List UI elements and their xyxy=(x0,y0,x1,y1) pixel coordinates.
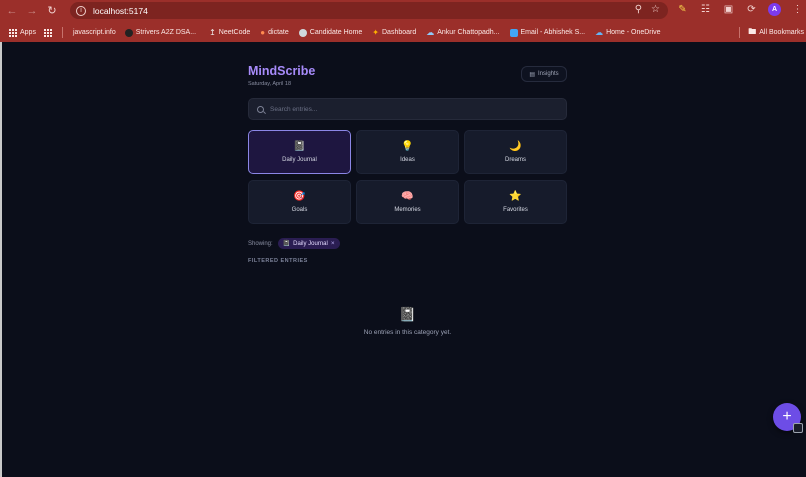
address-url[interactable]: localhost:5174 xyxy=(93,6,148,16)
dashboard-icon: ✦ xyxy=(372,28,379,37)
category-favorites[interactable]: ⭐ Favorites xyxy=(464,180,567,224)
current-date: Saturday, April 18 xyxy=(248,81,292,87)
zoom-icon[interactable]: ⚲ xyxy=(635,4,642,15)
browser-chrome: ← → ↻ i localhost:5174 ⚲ ☆ ✎ ☷ ▣ ⟳ A ⋮ A… xyxy=(0,0,806,42)
bookmark-star-icon[interactable]: ☆ xyxy=(651,4,660,15)
tab-groups-icon[interactable] xyxy=(43,28,52,37)
bookmark-email[interactable]: Email - Abhishek S... xyxy=(509,28,585,37)
app-title: MindScribe xyxy=(248,64,316,78)
notebook-icon: 📓 xyxy=(282,241,291,247)
reload-icon[interactable]: ↻ xyxy=(44,3,60,19)
category-grid: 📓 Daily Journal 💡 Ideas 🌙 Dreams 🎯 Goals… xyxy=(248,130,567,224)
app-page: MindScribe Saturday, April 18 ▤ Insights… xyxy=(0,42,806,477)
sync-icon[interactable]: ⟳ xyxy=(745,3,758,16)
cloud-icon: ☁ xyxy=(426,28,435,37)
section-title: FILTERED ENTRIES xyxy=(248,258,308,264)
striver-icon xyxy=(124,28,133,37)
back-arrow-icon[interactable]: ← xyxy=(4,3,20,19)
filter-chip[interactable]: 📓 Daily Journal × xyxy=(277,238,340,249)
active-filter-row: Showing: 📓 Daily Journal × xyxy=(248,238,340,249)
bookmark-strivers[interactable]: Strivers A2Z DSA... xyxy=(124,28,196,37)
search-bar[interactable] xyxy=(248,98,567,120)
filter-chip-label: Daily Journal xyxy=(293,240,328,247)
bookmark-ankur[interactable]: ☁ Ankur Chattopadh... xyxy=(426,28,499,37)
screenshot-tool-icon[interactable] xyxy=(793,423,803,433)
category-goals[interactable]: 🎯 Goals xyxy=(248,180,351,224)
candidate-icon xyxy=(298,28,307,37)
forward-arrow-icon[interactable]: → xyxy=(24,3,40,19)
folder-icon: 🖿 xyxy=(748,26,757,36)
bookmarks-divider xyxy=(61,27,63,38)
notebook-icon: 📓 xyxy=(398,306,417,322)
page-edge xyxy=(0,42,2,477)
empty-state: 📓 No entries in this category yet. xyxy=(248,306,567,336)
chart-icon: ▤ xyxy=(529,71,535,78)
target-icon: 🎯 xyxy=(293,191,306,202)
category-memories[interactable]: 🧠 Memories xyxy=(356,180,459,224)
bookmark-onedrive[interactable]: ☁ Home - OneDrive xyxy=(595,28,660,37)
bookmark-neetcode[interactable]: ↥ NeetCode xyxy=(209,28,250,37)
insights-button[interactable]: ▤ Insights xyxy=(521,66,567,82)
apps-grid-icon xyxy=(9,28,17,37)
bookmark-dictate[interactable]: ● dictate xyxy=(260,28,288,37)
category-dreams[interactable]: 🌙 Dreams xyxy=(464,130,567,174)
search-icon xyxy=(257,105,264,113)
close-icon[interactable]: × xyxy=(331,240,335,247)
search-input[interactable] xyxy=(270,105,550,113)
bookmark-dashboard[interactable]: ✦ Dashboard xyxy=(372,28,416,37)
all-bookmarks-button[interactable]: 🖿 All Bookmarks xyxy=(748,26,804,40)
profile-avatar[interactable]: A xyxy=(768,3,781,16)
neetcode-icon: ↥ xyxy=(209,28,216,37)
brain-icon: 🧠 xyxy=(401,191,414,202)
showing-label: Showing: xyxy=(248,240,273,247)
outlook-icon xyxy=(509,28,518,37)
pencil-extension-icon[interactable]: ✎ xyxy=(676,3,689,16)
empty-message: No entries in this category yet. xyxy=(363,329,452,336)
address-bar[interactable]: i localhost:5174 ⚲ ☆ xyxy=(70,2,668,19)
bookmark-candidate-home[interactable]: Candidate Home xyxy=(298,28,362,37)
puzzle-extensions-icon[interactable]: ☷ xyxy=(699,3,712,16)
onedrive-icon: ☁ xyxy=(595,28,604,37)
cast-icon[interactable]: ▣ xyxy=(722,3,735,16)
browser-toolbar: ← → ↻ i localhost:5174 ⚲ ☆ ✎ ☷ ▣ ⟳ A ⋮ xyxy=(0,0,806,21)
mic-icon: ● xyxy=(260,28,266,37)
moon-icon: 🌙 xyxy=(509,141,522,152)
kebab-menu-icon[interactable]: ⋮ xyxy=(791,3,804,16)
notebook-icon: 📓 xyxy=(293,141,306,152)
bookmark-apps[interactable]: Apps xyxy=(9,28,36,37)
lightbulb-icon: 💡 xyxy=(401,141,414,152)
category-daily-journal[interactable]: 📓 Daily Journal xyxy=(248,130,351,174)
site-info-icon[interactable]: i xyxy=(76,5,86,16)
bookmarks-divider-right xyxy=(739,27,741,38)
star-icon: ⭐ xyxy=(509,191,522,202)
bookmarks-bar: Apps javascript.info Strivers A2Z DSA...… xyxy=(0,24,806,41)
category-ideas[interactable]: 💡 Ideas xyxy=(356,130,459,174)
bookmark-javascript-info[interactable]: javascript.info xyxy=(73,29,116,36)
